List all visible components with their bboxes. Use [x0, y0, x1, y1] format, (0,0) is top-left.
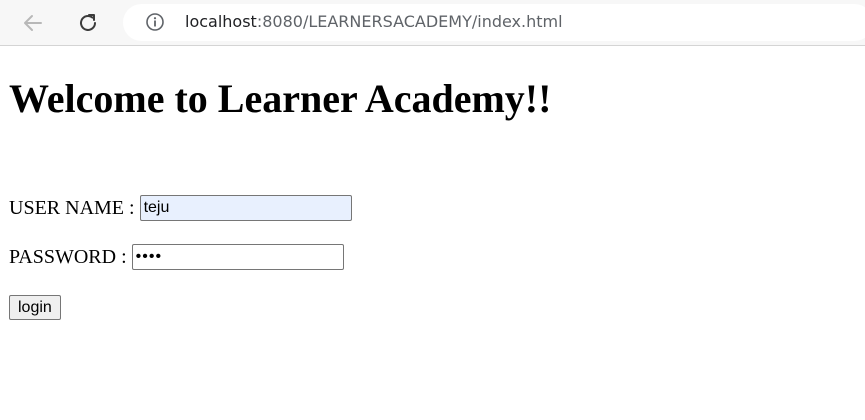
page-title: Welcome to Learner Academy!! [9, 76, 552, 121]
login-button[interactable]: login [9, 295, 61, 320]
reload-button[interactable] [72, 7, 104, 39]
username-input[interactable] [139, 195, 352, 221]
username-label: USER NAME : [9, 197, 135, 219]
url-text: localhost:8080/LEARNERSACADEMY/index.htm… [185, 12, 563, 32]
info-icon[interactable] [145, 12, 165, 32]
back-button[interactable] [17, 7, 49, 39]
back-arrow-icon [24, 15, 42, 31]
url-host: localhost [185, 12, 257, 31]
address-bar[interactable]: localhost:8080/LEARNERSACADEMY/index.htm… [123, 4, 865, 41]
password-input[interactable] [131, 244, 344, 270]
username-row: USER NAME : [9, 195, 352, 221]
password-row: PASSWORD : [9, 244, 344, 270]
url-path: :8080/LEARNERSACADEMY/index.html [256, 12, 563, 31]
reload-icon [80, 14, 96, 31]
browser-toolbar: localhost:8080/LEARNERSACADEMY/index.htm… [0, 0, 865, 46]
password-label: PASSWORD : [9, 246, 127, 268]
